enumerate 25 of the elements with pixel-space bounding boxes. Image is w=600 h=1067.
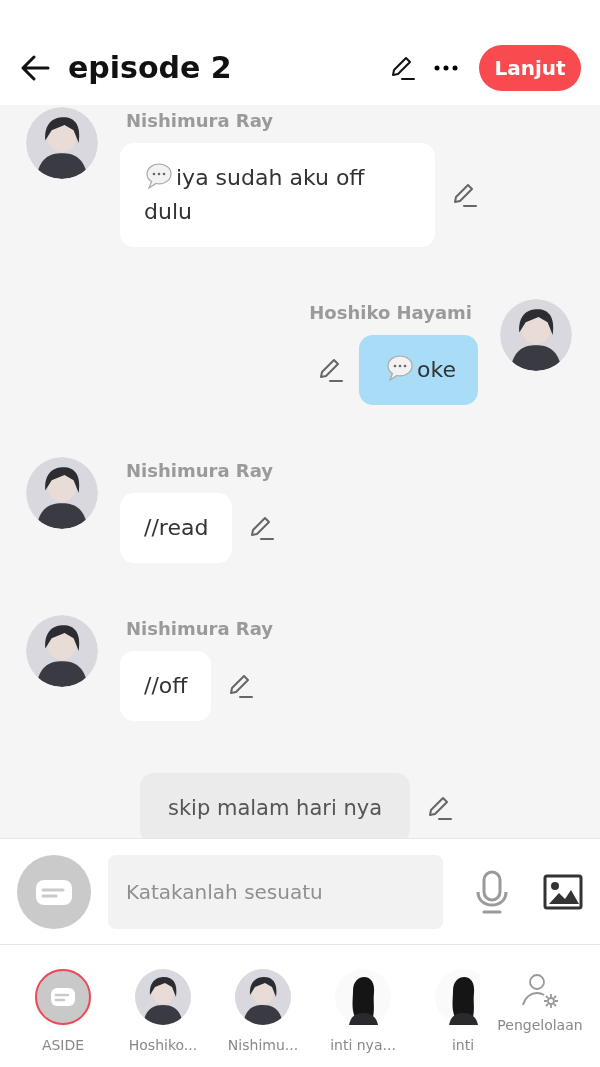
- cast-member[interactable]: ASIDE: [13, 945, 113, 1066]
- manage-button[interactable]: Pengelolaan: [480, 945, 600, 1066]
- microphone-icon[interactable]: [475, 869, 509, 914]
- message-bubble: //read: [120, 493, 233, 563]
- speech-bubble-icon: [144, 161, 174, 191]
- next-button[interactable]: Lanjut: [479, 44, 581, 91]
- narration-bubble: skip malam hari nya: [140, 773, 411, 838]
- cast-member[interactable]: Nishimu...: [213, 945, 313, 1066]
- sender-name: Nishimura Ray: [125, 459, 274, 483]
- message-bubble: oke: [359, 335, 478, 405]
- message-bubble: iya sudah aku off dulu: [120, 143, 435, 247]
- message-input[interactable]: Katakanlah sesuatu: [108, 854, 443, 929]
- edit-icon[interactable]: [389, 54, 415, 81]
- more-icon[interactable]: [433, 63, 459, 72]
- sender-name: Nishimura Ray: [125, 109, 274, 133]
- sender-name: Nishimura Ray: [125, 617, 274, 641]
- sender-name: Hoshiko Hayami: [308, 301, 473, 325]
- speech-bubble-icon: [385, 353, 416, 383]
- cast-member[interactable]: inti nya...: [313, 945, 413, 1066]
- message-bubble: //off: [120, 651, 212, 721]
- episode-title: episode 2: [68, 50, 233, 85]
- cast-member[interactable]: inti: [413, 945, 480, 1066]
- image-icon[interactable]: [543, 873, 583, 910]
- user-settings-icon: [521, 973, 559, 1009]
- cast-member[interactable]: Hoshiko...: [113, 945, 213, 1066]
